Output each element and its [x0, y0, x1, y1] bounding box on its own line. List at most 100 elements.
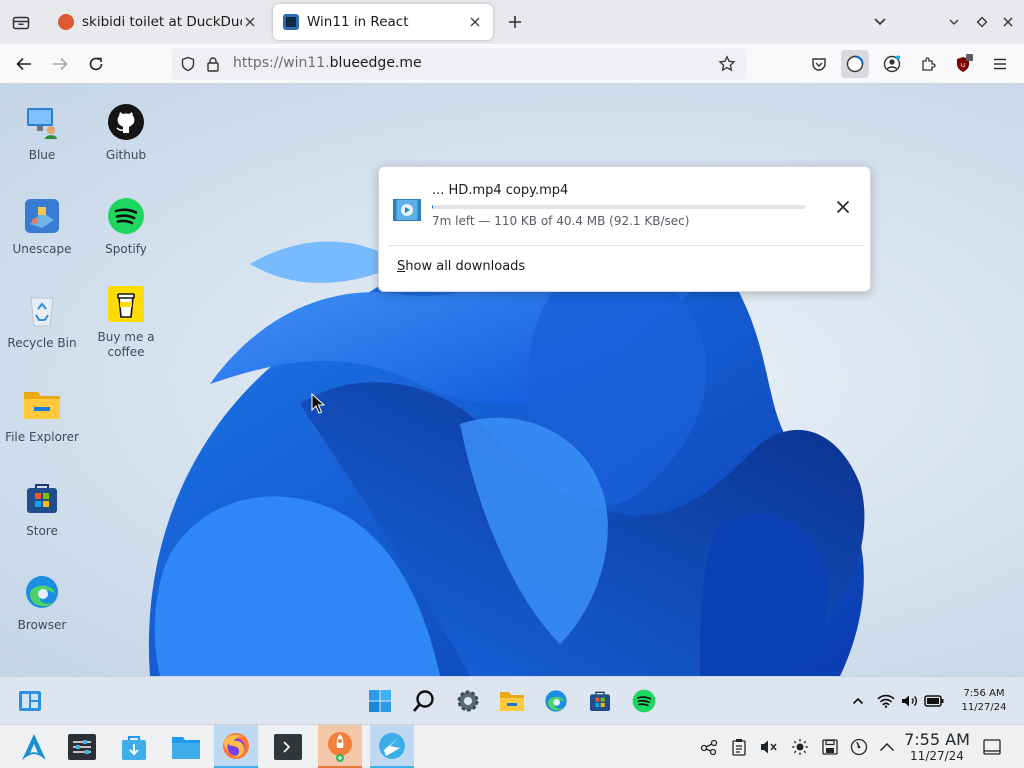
show-all-downloads-button[interactable]: Show all downloads	[397, 259, 525, 274]
pocket-icon	[812, 58, 826, 71]
brightness-icon	[792, 739, 808, 755]
tray-disks[interactable]	[820, 737, 840, 757]
folder-icon	[500, 692, 524, 711]
app-menu-button[interactable]	[986, 50, 1014, 78]
desktop-icon-unescape[interactable]: Unescape	[0, 196, 84, 257]
tab-win11[interactable]: Win11 in React	[273, 4, 493, 40]
show-all-downloads-rest: how all downloads	[405, 259, 526, 274]
desktop-icon-store[interactable]: Store	[0, 478, 84, 539]
tab-close-icon[interactable]	[242, 14, 258, 30]
edge-icon	[22, 572, 62, 612]
url-host: blueedge.me	[329, 55, 422, 71]
store-taskbar-button[interactable]	[586, 687, 614, 715]
file-explorer-taskbar-button[interactable]	[498, 687, 526, 715]
navigation-toolbar: https://win11.blueedge.me u	[0, 44, 1024, 84]
win11-desktop: Blue Unescape Recycle Bin File Explorer …	[0, 84, 1024, 676]
task-terminal[interactable]	[266, 725, 310, 768]
gear-icon	[457, 690, 479, 712]
settings-button[interactable]	[454, 687, 482, 715]
tray-brightness[interactable]	[790, 737, 810, 757]
downloads-button[interactable]	[841, 50, 869, 78]
task-firefox[interactable]	[214, 725, 258, 768]
store-icon	[590, 691, 610, 711]
tray-system-monitor[interactable]	[849, 737, 869, 757]
task-system-settings[interactable]	[60, 725, 104, 768]
lock-icon[interactable]	[206, 56, 220, 76]
task-dolphin[interactable]	[164, 725, 208, 768]
task-updater[interactable]	[318, 725, 362, 768]
tab-close-icon[interactable]	[467, 14, 483, 30]
tray-volume-muted[interactable]	[759, 737, 779, 757]
desktop-icon-blue[interactable]: Blue	[0, 102, 84, 163]
reload-icon	[89, 57, 103, 71]
desktop-icon-recycle-bin[interactable]: Recycle Bin	[0, 290, 84, 351]
tracking-protection-shield-icon[interactable]	[180, 56, 196, 76]
clock-time: 7:55 AM	[904, 730, 970, 749]
desktop-icon-browser[interactable]: Browser	[0, 572, 84, 633]
diamond-icon	[976, 16, 988, 28]
clock-time: 7:56 AM	[963, 688, 1005, 699]
firefox-view-icon	[12, 16, 30, 30]
terminal-icon	[274, 734, 302, 760]
system-settings-icon	[68, 734, 96, 760]
window-maximize-button[interactable]	[970, 10, 994, 34]
bookmark-star-icon[interactable]	[718, 55, 736, 77]
arrow-left-icon	[16, 57, 31, 71]
desktop-icon-label: Buy me a coffee	[97, 330, 155, 359]
task-browser[interactable]	[370, 725, 414, 768]
back-button[interactable]	[10, 50, 38, 78]
address-bar[interactable]: https://win11.blueedge.me	[172, 48, 746, 80]
desktop-icon-label: Browser	[17, 618, 67, 632]
cancel-download-button[interactable]	[831, 195, 855, 219]
spotify-taskbar-button[interactable]	[630, 687, 658, 715]
account-button[interactable]	[878, 50, 906, 78]
tab-title: skibidi toilet at DuckDuckG	[82, 14, 242, 30]
tab-title: Win11 in React	[307, 14, 409, 30]
desktop-icon-buy-me-a-coffee[interactable]: Buy me a coffee	[84, 284, 168, 360]
desktop-icon-spotify[interactable]: Spotify	[84, 196, 168, 257]
new-tab-button[interactable]	[503, 10, 527, 34]
desktop-icon-github[interactable]: Github	[84, 102, 168, 163]
tab-duckduckgo[interactable]: skibidi toilet at DuckDuckG	[48, 4, 268, 40]
window-close-button[interactable]	[996, 10, 1020, 34]
desktop-icon-label: Recycle Bin	[7, 336, 77, 350]
windows-start-icon	[369, 690, 391, 712]
tray-kdeconnect[interactable]	[699, 737, 719, 757]
list-all-tabs-button[interactable]	[868, 10, 892, 34]
clock-date: 11/27/24	[910, 749, 964, 763]
updater-icon	[328, 731, 352, 762]
download-file-name[interactable]: ... HD.mp4 copy.mp4	[432, 183, 568, 198]
start-button[interactable]	[366, 687, 394, 715]
task-discover[interactable]	[112, 725, 156, 768]
edge-icon	[545, 690, 567, 712]
github-icon	[106, 102, 146, 142]
search-button[interactable]	[410, 687, 438, 715]
show-desktop-icon	[983, 739, 1001, 755]
chevron-down-icon	[874, 18, 886, 26]
window-minimize-button[interactable]	[942, 10, 966, 34]
forward-button[interactable]	[46, 50, 74, 78]
show-desktop-button[interactable]	[982, 737, 1002, 757]
reload-button[interactable]	[82, 50, 110, 78]
puzzle-icon	[922, 57, 936, 71]
extensions-button[interactable]	[914, 50, 942, 78]
edge-taskbar-button[interactable]	[542, 687, 570, 715]
hamburger-menu-icon	[994, 58, 1006, 70]
desktop-icon-file-explorer[interactable]: File Explorer	[0, 384, 84, 445]
chevron-down-icon	[949, 19, 959, 25]
host-clock[interactable]: 7:55 AM 11/27/24	[900, 730, 974, 764]
tray-expand[interactable]	[877, 737, 897, 757]
plus-icon	[509, 16, 521, 28]
widgets-button[interactable]	[16, 687, 44, 715]
tray-clipboard[interactable]	[729, 737, 749, 757]
desktop-icon-label: Spotify	[105, 242, 147, 256]
arch-launcher-icon	[22, 734, 46, 760]
win11-clock[interactable]: 7:56 AM 11/27/24	[956, 687, 1012, 715]
tray-overflow-button[interactable]	[844, 687, 872, 715]
url-text[interactable]: https://win11.blueedge.me	[233, 55, 422, 71]
pocket-button[interactable]	[805, 50, 833, 78]
ublock-origin-button[interactable]: u	[950, 50, 978, 78]
application-launcher[interactable]	[12, 725, 56, 768]
firefox-view-button[interactable]	[8, 8, 34, 36]
battery-button[interactable]	[920, 687, 948, 715]
